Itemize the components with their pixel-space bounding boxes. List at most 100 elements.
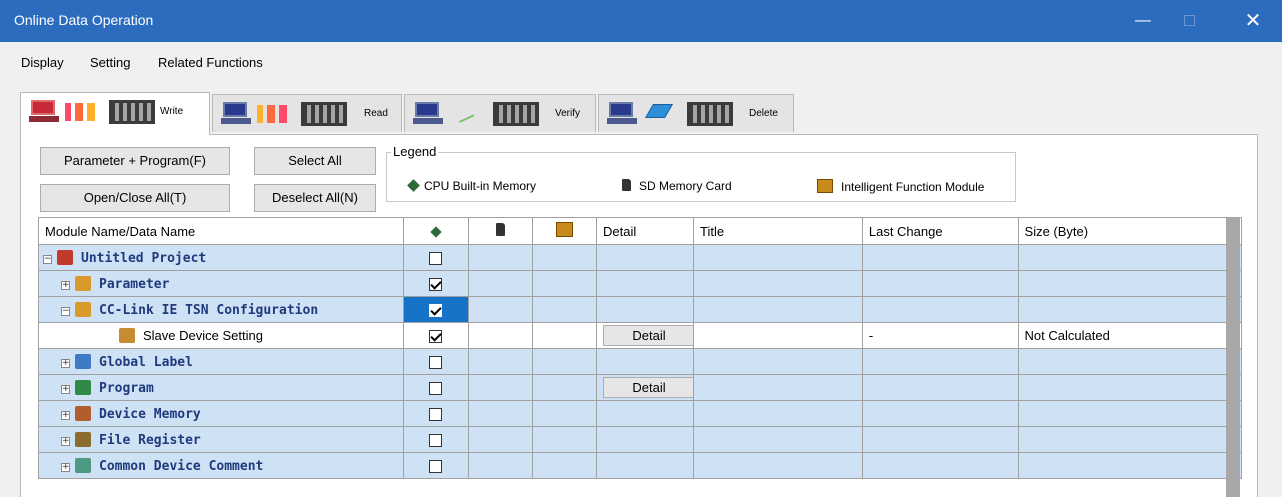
data-table: Module Name/Data Name Detail Title Last … bbox=[38, 217, 1243, 479]
detail-button[interactable]: Detail bbox=[603, 325, 693, 346]
maximize-button[interactable] bbox=[1166, 0, 1212, 42]
cpu-checkbox[interactable] bbox=[402, 244, 469, 271]
row-name: + Program bbox=[38, 374, 404, 401]
menu-related-functions[interactable]: Related Functions bbox=[158, 55, 263, 70]
table-row[interactable]: + Common Device Comment bbox=[38, 452, 1243, 479]
detail-button[interactable]: Detail bbox=[603, 377, 693, 398]
tab-write-label: Write bbox=[160, 106, 184, 117]
title-bar: Online Data Operation — ✕ bbox=[0, 0, 1282, 42]
table-row[interactable]: + Device Memory bbox=[38, 400, 1243, 427]
file-register-icon bbox=[75, 431, 91, 447]
expand-icon[interactable]: + bbox=[61, 358, 70, 368]
col-cpu[interactable] bbox=[402, 217, 469, 245]
legend-ifm: Intelligent Function Module bbox=[817, 179, 984, 194]
row-name: − Untitled Project bbox=[38, 244, 404, 271]
legend-title: Legend bbox=[391, 144, 439, 159]
col-name[interactable]: Module Name/Data Name bbox=[38, 217, 404, 245]
legend-cpu: CPU Built-in Memory bbox=[407, 179, 536, 193]
expand-icon[interactable]: + bbox=[61, 384, 70, 394]
checkbox[interactable] bbox=[429, 356, 443, 370]
global-label-icon bbox=[75, 353, 91, 369]
col-detail[interactable]: Detail bbox=[595, 217, 695, 245]
parameter-program-button[interactable]: Parameter + Program(F) bbox=[40, 147, 230, 175]
checkbox[interactable] bbox=[429, 252, 443, 266]
row-name: + Device Memory bbox=[38, 400, 404, 427]
legend-sd: SD Memory Card bbox=[622, 179, 732, 193]
size-cell: Not Calculated bbox=[1017, 322, 1243, 349]
legend-box: Legend CPU Built-in Memory SD Memory Car… bbox=[386, 144, 1016, 202]
col-sd[interactable] bbox=[467, 217, 534, 245]
cpu-checkbox[interactable] bbox=[402, 348, 469, 375]
cpu-checkbox[interactable] bbox=[402, 322, 469, 349]
checkbox[interactable] bbox=[429, 460, 443, 474]
sd-card-icon bbox=[622, 179, 631, 191]
intelligent-module-icon bbox=[817, 179, 833, 193]
checkbox[interactable] bbox=[429, 408, 443, 422]
menu-setting[interactable]: Setting bbox=[90, 55, 130, 70]
collapse-icon[interactable]: − bbox=[61, 306, 70, 316]
tab-verify-label: Verify bbox=[555, 108, 581, 119]
collapse-icon[interactable]: − bbox=[43, 254, 52, 264]
col-size[interactable]: Size (Byte) bbox=[1017, 217, 1243, 245]
col-ifm[interactable] bbox=[532, 217, 597, 245]
cpu-checkbox[interactable] bbox=[402, 426, 469, 453]
program-icon bbox=[75, 379, 91, 395]
cpu-checkbox[interactable] bbox=[402, 296, 469, 323]
table-row[interactable]: + Global Label bbox=[38, 348, 1243, 375]
expand-icon[interactable]: + bbox=[61, 462, 70, 472]
table-row[interactable]: − CC-Link IE TSN Configuration bbox=[38, 296, 1243, 323]
row-name: − CC-Link IE TSN Configuration bbox=[38, 296, 404, 323]
row-name: + File Register bbox=[38, 426, 404, 453]
col-last-change[interactable]: Last Change bbox=[861, 217, 1019, 245]
expand-icon[interactable]: + bbox=[61, 280, 70, 290]
tab-verify[interactable]: Verify bbox=[404, 94, 596, 132]
cpu-checkbox[interactable] bbox=[402, 452, 469, 479]
vertical-scrollbar[interactable] bbox=[1226, 217, 1240, 497]
device-comment-icon bbox=[75, 457, 91, 473]
row-name: + Parameter bbox=[38, 270, 404, 297]
expand-icon[interactable]: + bbox=[61, 436, 70, 446]
row-name: + Global Label bbox=[38, 348, 404, 375]
cpu-memory-icon bbox=[430, 225, 442, 238]
table-row[interactable]: + Program Detail bbox=[38, 374, 1243, 401]
tab-read-label: Read bbox=[364, 108, 388, 119]
tab-delete[interactable]: Delete bbox=[598, 94, 794, 132]
table-row[interactable]: + File Register bbox=[38, 426, 1243, 453]
cpu-checkbox[interactable] bbox=[402, 270, 469, 297]
tab-read[interactable]: Read bbox=[212, 94, 402, 132]
deselect-all-button[interactable]: Deselect All(N) bbox=[254, 184, 376, 212]
row-name: + Common Device Comment bbox=[38, 452, 404, 479]
expand-icon[interactable]: + bbox=[61, 410, 70, 420]
menu-display[interactable]: Display bbox=[21, 55, 64, 70]
cpu-checkbox[interactable] bbox=[402, 400, 469, 427]
open-close-all-button[interactable]: Open/Close All(T) bbox=[40, 184, 230, 212]
checkbox[interactable] bbox=[429, 434, 443, 448]
checkbox[interactable] bbox=[429, 330, 443, 344]
table-row[interactable]: + Parameter bbox=[38, 270, 1243, 297]
device-memory-icon bbox=[75, 405, 91, 421]
checkbox[interactable] bbox=[429, 278, 443, 292]
checkbox[interactable] bbox=[429, 382, 443, 396]
minimize-button[interactable]: — bbox=[1120, 0, 1166, 42]
cpu-checkbox[interactable] bbox=[402, 374, 469, 401]
write-panel: Parameter + Program(F) Select All Open/C… bbox=[20, 134, 1258, 497]
select-all-button[interactable]: Select All bbox=[254, 147, 376, 175]
project-icon bbox=[57, 249, 73, 265]
menu-bar: Display Setting Related Functions bbox=[0, 50, 1282, 76]
table-row[interactable]: − Untitled Project bbox=[38, 244, 1243, 271]
slave-device-icon bbox=[119, 328, 135, 343]
row-name: Slave Device Setting bbox=[38, 322, 404, 349]
sd-card-icon bbox=[495, 223, 505, 236]
parameter-icon bbox=[75, 275, 91, 291]
maximize-icon bbox=[1183, 15, 1195, 27]
cpu-memory-icon bbox=[407, 179, 420, 192]
network-config-icon bbox=[75, 301, 91, 317]
close-button[interactable]: ✕ bbox=[1230, 0, 1276, 42]
last-change-cell: - bbox=[861, 322, 1019, 349]
table-row[interactable]: Slave Device Setting Detail - Not Calcul… bbox=[38, 322, 1243, 349]
intelligent-module-icon bbox=[556, 222, 574, 237]
col-title[interactable]: Title bbox=[693, 217, 863, 245]
tab-delete-label: Delete bbox=[749, 108, 778, 119]
checkbox[interactable] bbox=[429, 304, 443, 318]
tab-write[interactable]: Write bbox=[20, 92, 210, 135]
